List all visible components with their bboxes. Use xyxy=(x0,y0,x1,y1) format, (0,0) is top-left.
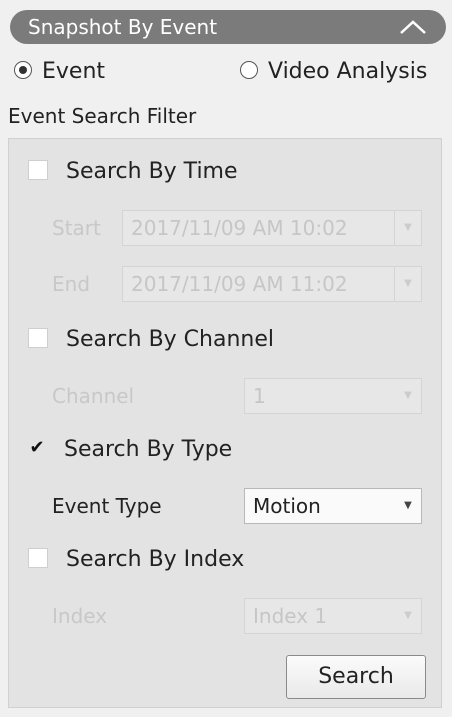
search-by-index-label: Search By Index xyxy=(66,547,245,572)
video-analysis-radio-label: Video Analysis xyxy=(268,59,428,84)
end-label: End xyxy=(52,272,91,296)
event-radio-label: Event xyxy=(42,59,106,84)
channel-label: Channel xyxy=(52,384,135,408)
search-by-index-option[interactable]: Search By Index xyxy=(28,546,244,574)
end-datetime-dropdown-icon[interactable]: ▼ xyxy=(394,267,421,301)
index-select-value: Index 1 xyxy=(253,604,328,628)
search-by-channel-checkbox[interactable] xyxy=(28,328,48,348)
end-datetime-value: 2017/11/09 AM 11:02 xyxy=(131,272,348,296)
start-datetime-dropdown-icon[interactable]: ▼ xyxy=(394,211,421,245)
event-type-select-value: Motion xyxy=(253,494,321,518)
start-datetime-field[interactable]: 2017/11/09 AM 10:02 ▼ xyxy=(122,210,422,246)
start-datetime-value: 2017/11/09 AM 10:02 xyxy=(131,216,348,240)
search-by-time-option[interactable]: Search By Time xyxy=(28,158,238,186)
event-search-filter-title: Event Search Filter xyxy=(8,104,197,128)
video-analysis-radio-option[interactable]: Video Analysis xyxy=(240,58,427,86)
chevron-down-icon: ▼ xyxy=(404,390,412,401)
end-datetime-field[interactable]: 2017/11/09 AM 11:02 ▼ xyxy=(122,266,422,302)
search-by-channel-option[interactable]: Search By Channel xyxy=(28,326,274,354)
header-title: Snapshot By Event xyxy=(28,15,218,39)
chevron-down-icon: ▼ xyxy=(404,610,412,621)
snapshot-by-event-header[interactable]: Snapshot By Event xyxy=(10,10,446,44)
search-button[interactable]: Search xyxy=(286,655,426,699)
search-by-index-checkbox[interactable] xyxy=(28,548,48,568)
search-by-time-checkbox[interactable] xyxy=(28,160,48,180)
event-radio-option[interactable]: Event xyxy=(14,58,105,86)
index-select[interactable]: Index 1 ▼ xyxy=(244,598,422,634)
index-label: Index xyxy=(52,604,108,628)
search-by-channel-label: Search By Channel xyxy=(66,327,275,352)
channel-select-value: 1 xyxy=(253,384,266,408)
event-radio[interactable] xyxy=(14,61,32,79)
search-by-type-label: Search By Type xyxy=(64,437,233,462)
search-by-type-option[interactable]: ✔ Search By Type xyxy=(28,436,232,464)
start-label: Start xyxy=(52,216,101,240)
event-type-label: Event Type xyxy=(52,494,162,518)
chevron-up-icon[interactable] xyxy=(398,18,428,36)
channel-select[interactable]: 1 ▼ xyxy=(244,378,422,414)
event-type-select[interactable]: Motion ▼ xyxy=(244,488,422,524)
chevron-down-icon: ▼ xyxy=(404,500,412,511)
search-by-time-label: Search By Time xyxy=(66,159,238,184)
search-by-type-checkbox[interactable]: ✔ xyxy=(28,439,46,457)
video-analysis-radio[interactable] xyxy=(240,61,258,79)
